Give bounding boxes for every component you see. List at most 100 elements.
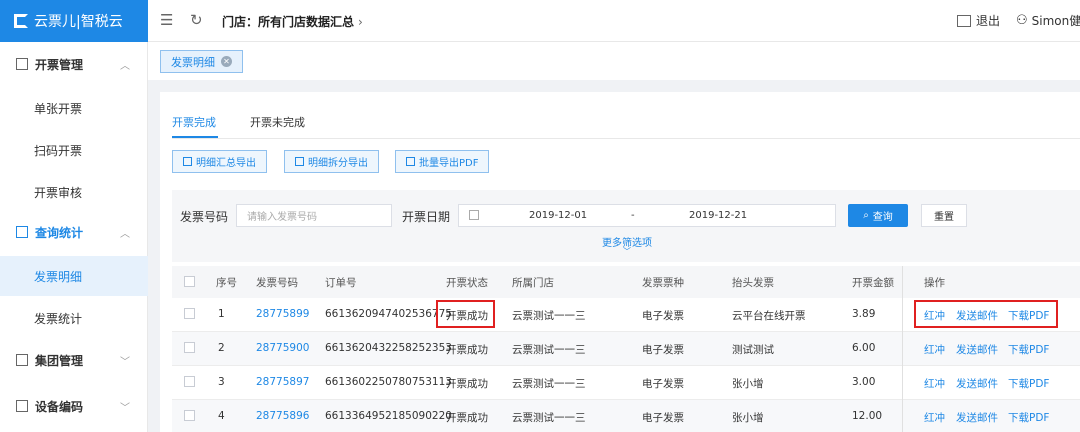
download-pdf-link[interactable]: 下载PDF: [1008, 342, 1049, 357]
export-pdf-button[interactable]: 批量导出PDF: [395, 150, 490, 173]
sidebar-item-invoice-stats[interactable]: 发票统计: [0, 298, 148, 338]
send-email-link[interactable]: 发送邮件: [956, 410, 998, 425]
tab-divider: [172, 138, 1080, 139]
chevron-down-icon: ﹀: [623, 247, 631, 256]
col-header: 序号: [216, 277, 237, 289]
date-range-picker[interactable]: 2019-12-01 - 2019-12-21: [458, 204, 836, 227]
table-row: 4 28775896 6613364952185090220 开票成功 云票测试…: [172, 400, 1080, 432]
row-checkbox[interactable]: [184, 410, 195, 421]
export-icon: [183, 157, 192, 166]
calendar-icon: [469, 210, 479, 220]
close-icon[interactable]: ✕: [221, 56, 232, 67]
row-checkbox[interactable]: [184, 342, 195, 353]
building-icon: [16, 354, 28, 366]
invoice-type: 电子发票: [642, 344, 684, 356]
export-pdf-label: 批量导出PDF: [419, 158, 479, 169]
download-pdf-link[interactable]: 下载PDF: [1008, 410, 1049, 425]
download-pdf-link[interactable]: 下载PDF: [1008, 376, 1049, 391]
send-email-link[interactable]: 发送邮件: [956, 342, 998, 357]
send-email-link[interactable]: 发送邮件: [956, 376, 998, 391]
page-tab-label: 发票明细: [171, 55, 215, 69]
col-header: 开票状态: [446, 277, 488, 289]
reset-button[interactable]: 重置: [921, 204, 967, 227]
store-name: 云票测试一一三: [512, 310, 586, 322]
row-checkbox[interactable]: [184, 376, 195, 387]
invoice-number-link[interactable]: 28775897: [256, 376, 309, 388]
sidebar-group-group-management[interactable]: 集团管理 ﹀: [0, 340, 148, 380]
col-header: 所属门店: [512, 277, 554, 289]
select-all-checkbox[interactable]: [184, 276, 195, 287]
sidebar-group-query-stats[interactable]: 查询统计 ︿: [0, 212, 148, 252]
invoice-title: 张小增: [732, 378, 764, 390]
logout-label: 退出: [976, 14, 1001, 28]
sidebar-group-device-code[interactable]: 设备编码 ﹀: [0, 386, 148, 426]
invoice-number-link[interactable]: 28775899: [256, 308, 309, 320]
sidebar-item-scan-invoice[interactable]: 扫码开票: [0, 130, 148, 170]
invoice-no-label: 发票号码: [180, 210, 229, 224]
content-panel: 开票完成 开票未完成 明细汇总导出 明细拆分导出 批量导出PDF 发票号码 请输…: [160, 92, 1080, 432]
export-icon: [406, 157, 415, 166]
table-row: 3 28775897 6613602250780753113 开票成功 云票测试…: [172, 366, 1080, 400]
tab-active-indicator: [172, 136, 218, 138]
order-number: 6613364952185090220: [325, 410, 452, 422]
invoice-amount: 3.00: [852, 376, 876, 388]
invoice-no-input[interactable]: 请输入发票号码: [236, 204, 392, 227]
sidebar-item-invoice-detail[interactable]: 发票明细: [0, 256, 148, 296]
invoice-amount: 6.00: [852, 342, 876, 354]
invoice-status: 开票成功: [446, 344, 488, 356]
collapse-menu-icon[interactable]: ☰: [160, 11, 173, 29]
order-number: 6613620432258252353: [325, 342, 452, 354]
filter-panel: 发票号码 请输入发票号码 开票日期 2019-12-01 - 2019-12-2…: [172, 190, 1080, 262]
invoice-type: 电子发票: [642, 378, 684, 390]
user-menu[interactable]: ⚇ Simon健: [1016, 12, 1080, 29]
sidebar-group-label: 查询统计: [35, 225, 84, 240]
logout-icon: [957, 14, 971, 27]
invoice-type: 电子发票: [642, 310, 684, 322]
export-split-button[interactable]: 明细拆分导出: [284, 150, 379, 173]
store-name: 云票测试一一三: [512, 344, 586, 356]
logout-button[interactable]: 退出: [957, 12, 1000, 29]
row-checkbox[interactable]: [184, 308, 195, 319]
breadcrumb-store: 门店：所有门店数据汇总: [222, 15, 355, 29]
col-header: 操作: [924, 277, 945, 289]
sidebar-group-invoice-management[interactable]: 开票管理 ︿: [0, 44, 148, 84]
store-name: 云票测试一一三: [512, 378, 586, 390]
export-summary-label: 明细汇总导出: [196, 158, 256, 169]
search-button[interactable]: ⌕ 查询: [848, 204, 908, 227]
sidebar-group-label: 开票管理: [35, 57, 84, 72]
tab-completed[interactable]: 开票完成: [172, 114, 216, 130]
app-logo[interactable]: 云票儿|智税云: [0, 0, 148, 42]
refresh-icon[interactable]: ↻: [190, 11, 203, 29]
chevron-down-icon: ﹀: [120, 356, 130, 368]
invoice-number-link[interactable]: 28775900: [256, 342, 309, 354]
tab-incomplete[interactable]: 开票未完成: [250, 114, 305, 130]
col-header: 发票号码: [256, 277, 298, 289]
monitor-icon: [16, 226, 28, 238]
top-bar: 云票儿|智税云 ☰ ↻ 门店：所有门店数据汇总 › 退出 ⚇ Simon健: [0, 0, 1080, 42]
red-reverse-link[interactable]: 红冲: [924, 342, 945, 357]
sidebar-item-single-invoice[interactable]: 单张开票: [0, 88, 148, 128]
export-summary-button[interactable]: 明细汇总导出: [172, 150, 267, 173]
chevron-up-icon: ︿: [120, 60, 130, 72]
sidebar-item-invoice-review[interactable]: 开票审核: [0, 172, 148, 212]
row-index: 1: [218, 308, 225, 320]
more-filters-toggle[interactable]: 更多筛选项 ﹀: [602, 234, 652, 256]
action-column-divider: [902, 266, 903, 432]
actions-highlight-box: [914, 300, 1058, 328]
red-reverse-link[interactable]: 红冲: [924, 376, 945, 391]
chevron-right-icon: ›: [358, 15, 363, 29]
breadcrumb[interactable]: 门店：所有门店数据汇总 ›: [222, 13, 363, 30]
date-separator: -: [631, 210, 635, 221]
row-index: 3: [218, 376, 225, 388]
row-index: 2: [218, 342, 225, 354]
date-end: 2019-12-21: [689, 210, 748, 221]
user-name: Simon健: [1031, 14, 1080, 28]
invoice-amount: 12.00: [852, 410, 883, 422]
page-tab-invoice-detail[interactable]: 发票明细 ✕: [160, 50, 243, 73]
user-icon: ⚇: [1016, 13, 1028, 28]
status-highlight-box: [436, 300, 495, 328]
invoice-type: 电子发票: [642, 412, 684, 424]
logo-icon: [14, 14, 28, 28]
invoice-number-link[interactable]: 28775896: [256, 410, 309, 422]
red-reverse-link[interactable]: 红冲: [924, 410, 945, 425]
